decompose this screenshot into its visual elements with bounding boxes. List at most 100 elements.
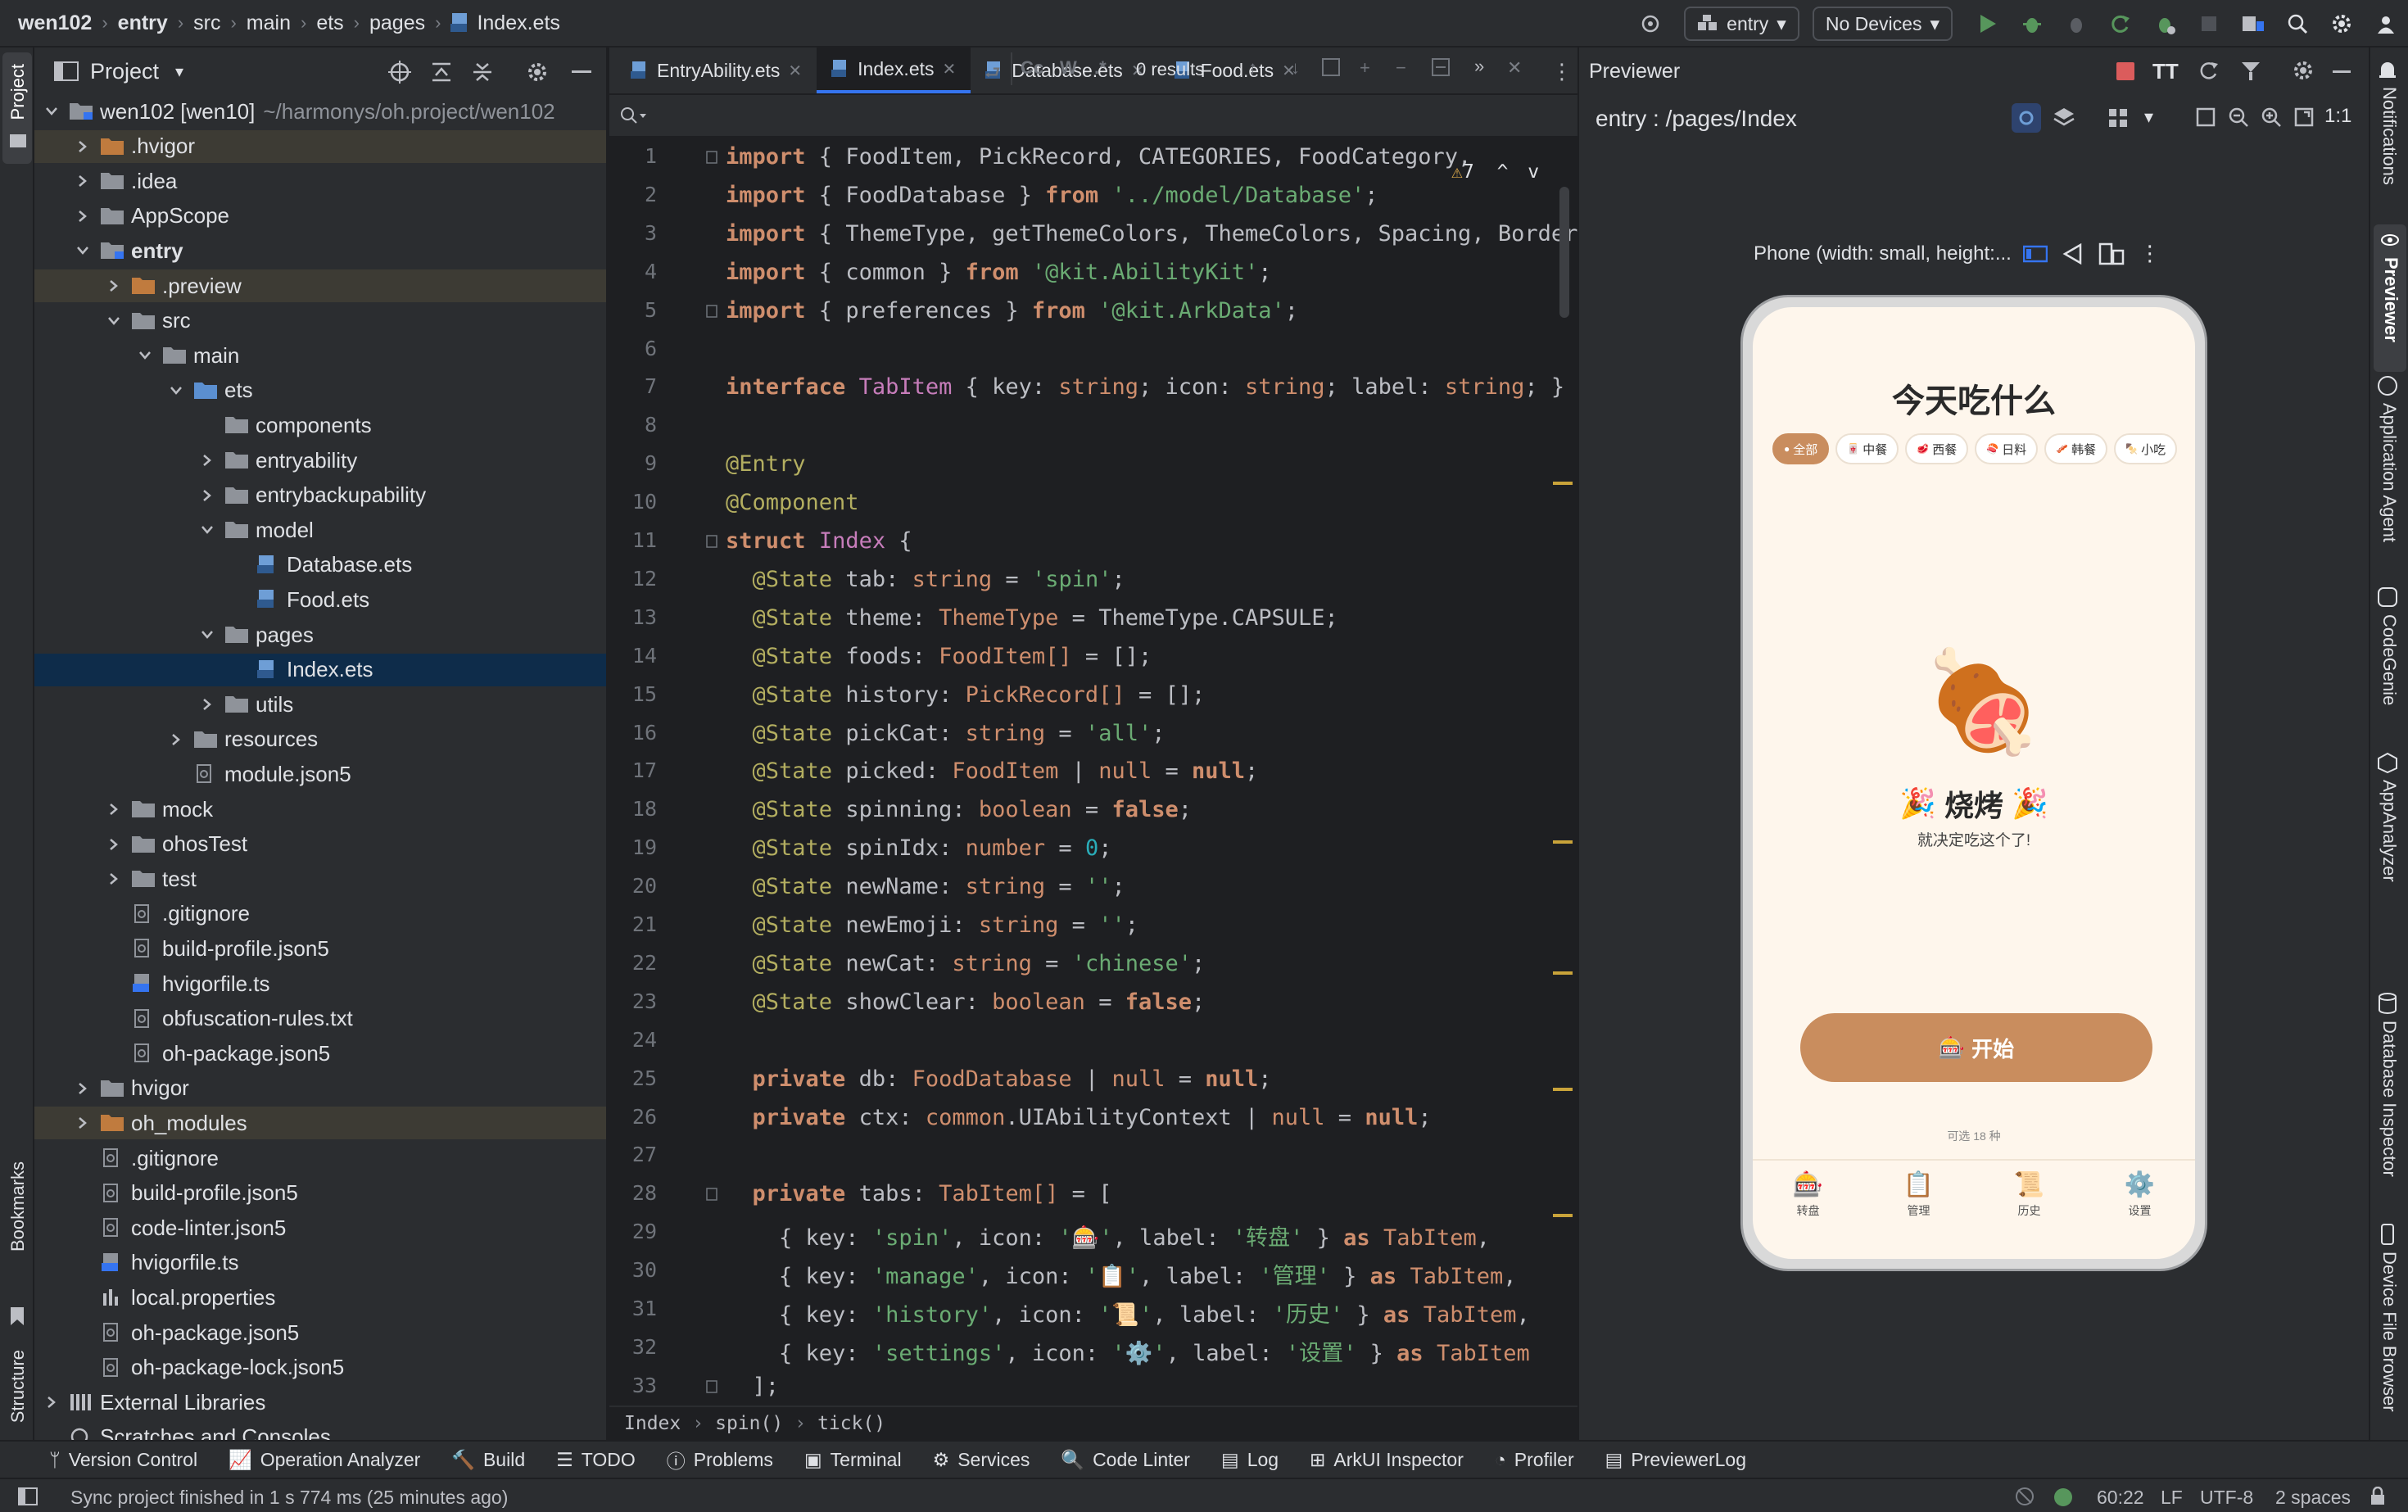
chevron-right-icon[interactable] bbox=[105, 800, 123, 818]
chevron-right-icon[interactable] bbox=[105, 835, 123, 853]
breadcrumb-item[interactable]: wen102 bbox=[18, 11, 92, 35]
tree-item[interactable]: ets bbox=[34, 374, 606, 407]
problems-button[interactable]: ⓘ Problems bbox=[667, 1446, 773, 1474]
hide-panel-icon[interactable] bbox=[572, 70, 591, 73]
code-line[interactable]: @State spinning: boolean = false; bbox=[726, 797, 1192, 822]
chevron-right-icon[interactable] bbox=[105, 870, 123, 888]
more-options-icon[interactable]: » bbox=[1474, 56, 1484, 77]
settings-gear-icon[interactable] bbox=[526, 61, 549, 84]
category-chip[interactable]: 🍣 日料 bbox=[1975, 433, 2039, 464]
code-line[interactable]: private db: FoodDatabase | null = null; bbox=[726, 1066, 1272, 1092]
tree-item[interactable]: mock bbox=[34, 793, 606, 826]
fullscreen-icon[interactable] bbox=[2293, 106, 2315, 128]
tree-item[interactable]: build-profile.json5 bbox=[34, 1177, 606, 1210]
tree-item[interactable]: hvigorfile.ts bbox=[34, 1247, 606, 1279]
replace-arrow-icon[interactable]: ⮐ bbox=[984, 59, 1001, 90]
chevron-right-icon[interactable] bbox=[167, 731, 185, 749]
filter-icon[interactable] bbox=[1432, 58, 1450, 76]
close-icon[interactable]: ✕ bbox=[1507, 57, 1522, 79]
code-area[interactable]: 1 import { FoodItem, PickRecord, CATEGORI… bbox=[609, 138, 1618, 1476]
chevron-right-icon[interactable] bbox=[198, 695, 216, 713]
tree-item[interactable]: code-linter.json5 bbox=[34, 1211, 606, 1244]
multi-device-icon[interactable] bbox=[2239, 59, 2262, 82]
code-linter-button[interactable]: 🔍 Code Linter bbox=[1061, 1449, 1190, 1471]
indent-setting[interactable]: 2 spaces bbox=[2275, 1487, 2351, 1509]
chevron-right-icon[interactable] bbox=[198, 487, 216, 505]
zoom-in-icon[interactable] bbox=[2261, 106, 2282, 128]
code-line[interactable]: interface TabItem { key: string; icon: s… bbox=[726, 374, 1564, 400]
chevron-down-icon[interactable] bbox=[198, 521, 216, 539]
no-inspections-icon[interactable] bbox=[2015, 1487, 2035, 1506]
code-line[interactable]: struct Index { bbox=[726, 528, 912, 554]
app-nav-item[interactable]: 🎰 转盘 bbox=[1753, 1170, 1863, 1219]
code-line[interactable]: @State newName: string = ''; bbox=[726, 874, 1125, 899]
arrow-up-icon[interactable]: ↑ bbox=[1248, 57, 1257, 79]
tree-item[interactable]: oh-package.json5 bbox=[34, 1316, 606, 1349]
chevron-right-icon[interactable] bbox=[74, 1114, 92, 1132]
tree-item[interactable]: resources bbox=[34, 723, 606, 756]
tab-index[interactable]: Index.ets ✕ bbox=[817, 48, 971, 93]
more-tabs-icon[interactable]: ⋮ bbox=[1551, 59, 1573, 84]
breadcrumb-item[interactable]: ets bbox=[316, 11, 343, 35]
code-line[interactable]: @State history: PickRecord[] = []; bbox=[726, 682, 1206, 708]
chevron-down-icon[interactable] bbox=[43, 102, 61, 120]
close-icon[interactable]: ✕ bbox=[943, 59, 957, 79]
app-nav-item[interactable]: ⚙️ 设置 bbox=[2084, 1170, 2195, 1219]
tree-item[interactable]: pages bbox=[34, 618, 606, 651]
profile-icon[interactable] bbox=[2372, 10, 2400, 38]
line-separator[interactable]: LF bbox=[2161, 1487, 2183, 1509]
tree-item[interactable]: test bbox=[34, 862, 606, 895]
chevron-right-icon[interactable] bbox=[43, 1393, 61, 1411]
todo-button[interactable]: ☰ TODO bbox=[556, 1449, 636, 1471]
profiler-button[interactable]: ◔ Profiler bbox=[1495, 1449, 1574, 1471]
locate-file-icon[interactable] bbox=[388, 61, 411, 84]
code-breadcrumb-item[interactable]: Index bbox=[624, 1413, 681, 1434]
code-line[interactable]: @State showClear: boolean = false; bbox=[726, 989, 1206, 1015]
code-line[interactable]: @State tab: string = 'spin'; bbox=[726, 567, 1125, 592]
code-line[interactable]: import { common } from '@kit.AbilityKit'… bbox=[726, 260, 1272, 285]
chevron-down-icon[interactable] bbox=[198, 626, 216, 644]
fit-screen-icon[interactable] bbox=[2195, 106, 2216, 128]
tree-item[interactable]: oh-package-lock.json5 bbox=[34, 1351, 606, 1384]
code-line[interactable]: import { FoodDatabase } from '../model/D… bbox=[726, 183, 1378, 208]
arkui-inspector-button[interactable]: ⊞ ArkUI Inspector bbox=[1310, 1449, 1464, 1471]
chevron-right-icon[interactable] bbox=[74, 138, 92, 156]
code-line[interactable]: { key: 'spin', icon: '🎰', label: '转盘' } … bbox=[726, 1220, 1490, 1252]
version-control-button[interactable]: ᛘ Version Control bbox=[49, 1449, 197, 1471]
log-button[interactable]: ▤ Log bbox=[1221, 1449, 1279, 1471]
run-config-selector[interactable]: entry ▾ bbox=[1684, 7, 1799, 41]
run-icon[interactable] bbox=[1974, 10, 2002, 38]
device-selector[interactable]: No Devices ▾ bbox=[1812, 7, 1953, 41]
tree-item[interactable]: Index.ets bbox=[34, 653, 606, 686]
actual-size-icon[interactable]: 1:1 bbox=[2324, 105, 2351, 128]
stop-preview-icon[interactable] bbox=[2116, 62, 2134, 80]
caret-position[interactable]: 60:22 bbox=[2097, 1487, 2144, 1509]
tree-item[interactable]: AppScope bbox=[34, 200, 606, 233]
inspector-toggle[interactable] bbox=[2012, 103, 2041, 133]
code-line[interactable]: @State picked: FoodItem | null = null; bbox=[726, 758, 1259, 784]
chevron-right-icon[interactable] bbox=[74, 1080, 92, 1098]
warning-marker[interactable] bbox=[1553, 1088, 1573, 1091]
category-chip[interactable]: 🍢 小吃 bbox=[2114, 433, 2178, 464]
settings-gear-icon[interactable] bbox=[2328, 10, 2356, 38]
back-triangle-icon[interactable] bbox=[2062, 242, 2084, 265]
tree-item[interactable]: utils bbox=[34, 688, 606, 721]
tree-item[interactable]: entry bbox=[34, 234, 606, 267]
tree-item[interactable]: hvigor bbox=[34, 1072, 606, 1105]
code-line[interactable]: private ctx: common.UIAbilityContext | n… bbox=[726, 1105, 1432, 1130]
tree-item[interactable]: entryability bbox=[34, 444, 606, 477]
tree-item[interactable]: main bbox=[34, 339, 606, 372]
database-inspector-tool-button[interactable]: Database Inspector bbox=[2377, 993, 2400, 1177]
tree-item[interactable]: Database.ets bbox=[34, 549, 606, 582]
codegenie-tool-button[interactable]: CodeGenie bbox=[2377, 586, 2400, 705]
hide-panel-icon[interactable] bbox=[2333, 70, 2351, 73]
tree-item[interactable]: oh-package.json5 bbox=[34, 1037, 606, 1070]
code-line[interactable]: @Component bbox=[726, 490, 859, 515]
code-line[interactable]: { key: 'history', icon: '📜', label: '历史'… bbox=[726, 1297, 1530, 1329]
code-breadcrumb-item[interactable]: spin() bbox=[715, 1413, 783, 1434]
fold-marker-icon[interactable] bbox=[706, 304, 717, 318]
code-line[interactable]: @State foods: FoodItem[] = []; bbox=[726, 644, 1152, 669]
warning-marker[interactable] bbox=[1553, 840, 1573, 844]
category-chip[interactable]: 🥓 韩餐 bbox=[2044, 433, 2108, 464]
project-view-title[interactable]: Project bbox=[90, 59, 159, 84]
